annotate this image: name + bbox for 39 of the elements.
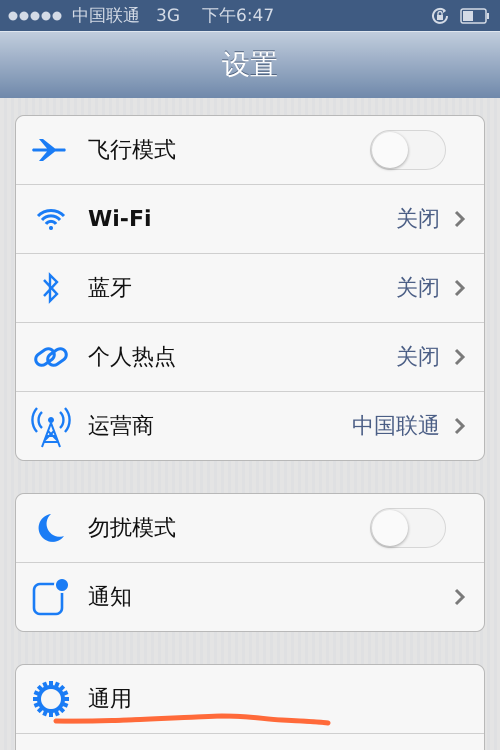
chevron-icon (454, 348, 466, 366)
chevron-icon (454, 210, 466, 228)
settings-row[interactable]: 勿扰模式 (16, 494, 484, 562)
moon-icon (37, 512, 65, 544)
settings-row[interactable]: 飞行模式 (16, 116, 484, 184)
row-label: Wi-Fi (88, 206, 152, 232)
settings-row[interactable]: 蓝牙 关闭 (16, 253, 484, 322)
clock-time: 下午6:47 (202, 5, 274, 27)
settings-row[interactable]: 通用 (16, 665, 484, 733)
carrier-name: 中国联通 (72, 5, 140, 27)
row-label: 蓝牙 (88, 275, 132, 303)
settings-row[interactable]: 运营商 中国联通 (16, 391, 484, 460)
bluetooth-icon (41, 271, 61, 305)
wifi-icon (36, 208, 66, 230)
row-label: 运营商 (88, 413, 154, 441)
row-value: 关闭 (396, 206, 440, 234)
chevron-icon (454, 588, 466, 606)
settings-row[interactable]: Wi-Fi 关闭 (16, 184, 484, 253)
row-label: 个人热点 (88, 344, 176, 372)
row-label: 通知 (88, 584, 132, 612)
rotation-lock-icon (430, 6, 450, 26)
row-value: 中国联通 (352, 413, 440, 441)
settings-row[interactable]: 通知 (16, 562, 484, 631)
toggle-switch[interactable] (370, 508, 446, 548)
battery-icon (460, 8, 490, 24)
chevron-icon (454, 279, 466, 297)
chevron-icon (454, 417, 466, 435)
row-value: 关闭 (396, 275, 440, 303)
signal-icon (8, 10, 62, 20)
row-label: 勿扰模式 (88, 515, 176, 543)
row-label: 通用 (88, 686, 132, 714)
gear-icon (32, 680, 70, 718)
notification-icon (32, 578, 70, 616)
row-label: 飞行模式 (88, 137, 176, 165)
settings-row[interactable]: 个人热点 关闭 (16, 322, 484, 391)
row-value: 关闭 (396, 344, 440, 372)
toggle-switch[interactable] (370, 130, 446, 170)
page-title: 设置 (222, 47, 278, 83)
network-type: 3G (156, 6, 180, 26)
